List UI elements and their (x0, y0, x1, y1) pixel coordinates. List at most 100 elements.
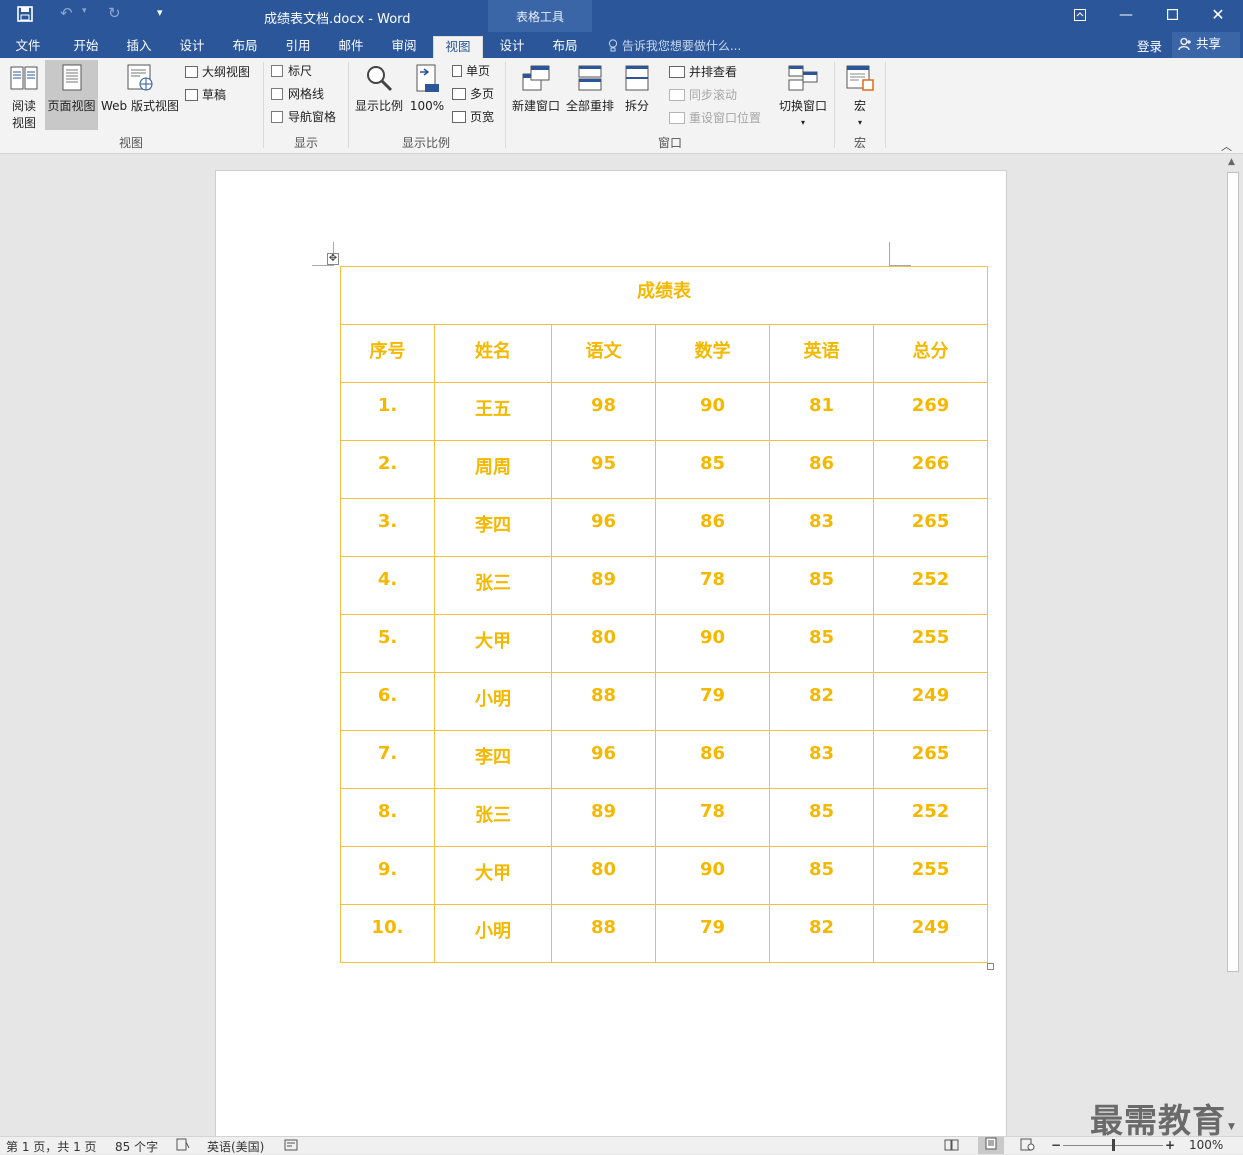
english-score-cell[interactable]: 82 (769, 904, 874, 963)
name-cell[interactable]: 大甲 (434, 846, 552, 905)
english-score-cell[interactable]: 83 (769, 498, 874, 557)
name-cell[interactable]: 小明 (434, 904, 552, 963)
table-title[interactable]: 成绩表 (339, 266, 989, 325)
print-layout-button[interactable]: 页面视图 (45, 60, 98, 130)
tab-layout[interactable]: 布局 (223, 36, 267, 58)
english-score-cell[interactable]: 81 (769, 382, 874, 441)
total-score-cell[interactable]: 265 (872, 498, 989, 557)
outline-button[interactable]: 大纲视图 (185, 62, 250, 82)
word-count[interactable]: 85 个字 (115, 1138, 158, 1155)
tab-references[interactable]: 引用 (276, 36, 320, 58)
name-cell[interactable]: 张三 (434, 556, 552, 615)
header-cell[interactable]: 语文 (551, 324, 656, 383)
arrange-all-button[interactable]: 全部重排 (564, 60, 616, 128)
header-cell[interactable]: 序号 (340, 324, 435, 383)
vertical-scrollbar[interactable]: ▲ ▼ (1225, 154, 1243, 1136)
index-cell[interactable]: 1. (340, 382, 435, 441)
tab-view[interactable]: 视图 (433, 36, 483, 58)
math-score-cell[interactable]: 90 (655, 614, 770, 673)
proofing-icon[interactable] (176, 1138, 190, 1154)
math-score-cell[interactable]: 90 (655, 382, 770, 441)
total-score-cell[interactable]: 249 (872, 904, 989, 963)
split-button[interactable]: 拆分 (618, 60, 656, 128)
header-cell[interactable]: 总分 (872, 324, 989, 383)
page-width-button[interactable]: 页宽 (452, 107, 494, 127)
name-cell[interactable]: 周周 (434, 440, 552, 499)
new-window-button[interactable]: 新建窗口 (509, 60, 563, 128)
tab-table-layout[interactable]: 布局 (543, 36, 587, 58)
web-layout-status-icon[interactable] (1020, 1138, 1035, 1154)
table-move-handle-icon[interactable]: ✥ (327, 253, 339, 265)
switch-windows-button[interactable]: 切换窗口 ▾ (776, 60, 830, 128)
tab-table-design[interactable]: 设计 (490, 36, 534, 58)
math-score-cell[interactable]: 86 (655, 498, 770, 557)
total-score-cell[interactable]: 266 (872, 440, 989, 499)
english-score-cell[interactable]: 85 (769, 846, 874, 905)
total-score-cell[interactable]: 252 (872, 556, 989, 615)
gridlines-checkbox[interactable]: 网格线 (271, 84, 324, 104)
total-score-cell[interactable]: 255 (872, 614, 989, 673)
share-button[interactable]: 共享 (1172, 32, 1240, 58)
english-score-cell[interactable]: 85 (769, 614, 874, 673)
macro-record-icon[interactable] (284, 1138, 298, 1154)
chinese-score-cell[interactable]: 88 (551, 904, 656, 963)
math-score-cell[interactable]: 85 (655, 440, 770, 499)
print-layout-status-icon[interactable] (978, 1137, 1004, 1154)
name-cell[interactable]: 王五 (434, 382, 552, 441)
web-layout-button[interactable]: Web 版式视图 (99, 60, 181, 128)
view-side-by-side-button[interactable]: 并排查看 (669, 62, 737, 82)
chinese-score-cell[interactable]: 80 (551, 614, 656, 673)
zoom-button[interactable]: 显示比例 (352, 60, 406, 128)
english-score-cell[interactable]: 82 (769, 672, 874, 731)
chinese-score-cell[interactable]: 95 (551, 440, 656, 499)
total-score-cell[interactable]: 255 (872, 846, 989, 905)
index-cell[interactable]: 8. (340, 788, 435, 847)
macros-button[interactable]: 宏 ▾ (840, 60, 880, 128)
name-cell[interactable]: 大甲 (434, 614, 552, 673)
zoom-in-icon[interactable]: + (1165, 1138, 1175, 1152)
total-score-cell[interactable]: 269 (872, 382, 989, 441)
ribbon-display-icon[interactable] (1067, 4, 1093, 26)
math-score-cell[interactable]: 86 (655, 730, 770, 789)
chinese-score-cell[interactable]: 89 (551, 788, 656, 847)
redo-icon[interactable]: ↻ (108, 4, 121, 22)
math-score-cell[interactable]: 79 (655, 904, 770, 963)
page-count[interactable]: 第 1 页，共 1 页 (6, 1138, 97, 1155)
index-cell[interactable]: 9. (340, 846, 435, 905)
total-score-cell[interactable]: 249 (872, 672, 989, 731)
index-cell[interactable]: 7. (340, 730, 435, 789)
reset-window-position-button[interactable]: 重设窗口位置 (669, 108, 761, 128)
tab-review[interactable]: 审阅 (382, 36, 426, 58)
read-mode-status-icon[interactable] (944, 1138, 959, 1154)
customize-quick-access-icon[interactable]: ▾ (157, 6, 163, 19)
sign-in-link[interactable]: 登录 (1137, 36, 1162, 55)
index-cell[interactable]: 4. (340, 556, 435, 615)
index-cell[interactable]: 6. (340, 672, 435, 731)
chinese-score-cell[interactable]: 98 (551, 382, 656, 441)
math-score-cell[interactable]: 78 (655, 556, 770, 615)
maximize-icon[interactable] (1159, 4, 1185, 26)
header-cell[interactable]: 英语 (769, 324, 874, 383)
one-page-button[interactable]: 单页 (452, 61, 490, 81)
close-icon[interactable]: ✕ (1205, 4, 1231, 26)
tab-design[interactable]: 设计 (170, 36, 214, 58)
index-cell[interactable]: 10. (340, 904, 435, 963)
name-cell[interactable]: 小明 (434, 672, 552, 731)
minimize-icon[interactable]: — (1113, 4, 1139, 26)
zoom-slider-thumb[interactable] (1112, 1139, 1115, 1151)
header-cell[interactable]: 姓名 (434, 324, 552, 383)
tell-me-box[interactable]: 告诉我您想要做什么... (608, 37, 741, 54)
tab-insert[interactable]: 插入 (117, 36, 161, 58)
sync-scroll-button[interactable]: 同步滚动 (669, 85, 737, 105)
math-score-cell[interactable]: 79 (655, 672, 770, 731)
chinese-score-cell[interactable]: 96 (551, 730, 656, 789)
zoom-percent[interactable]: 100% (1189, 1138, 1223, 1152)
tab-file[interactable]: 文件 (6, 36, 50, 58)
collapse-ribbon-icon[interactable]: ︿ (1221, 138, 1232, 154)
chinese-score-cell[interactable]: 88 (551, 672, 656, 731)
undo-icon[interactable]: ↶ (60, 4, 73, 22)
english-score-cell[interactable]: 85 (769, 788, 874, 847)
scroll-thumb[interactable] (1227, 172, 1239, 972)
nav-pane-checkbox[interactable]: 导航窗格 (271, 107, 336, 127)
save-icon[interactable] (17, 6, 33, 26)
